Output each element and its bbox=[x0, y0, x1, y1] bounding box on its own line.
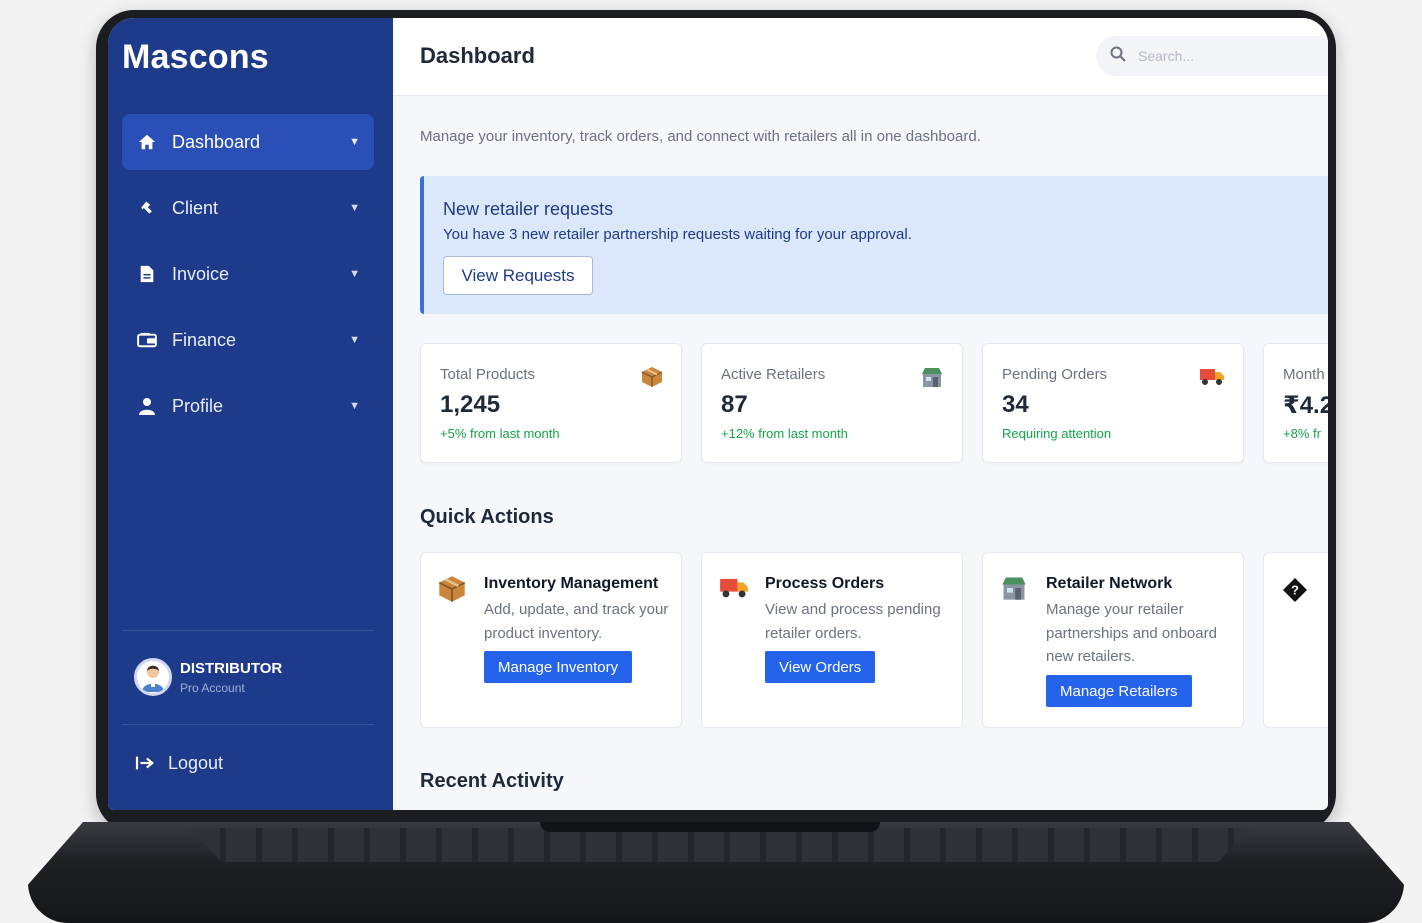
stat-label: Total Products bbox=[440, 366, 536, 383]
truck-icon bbox=[1199, 366, 1225, 390]
top-bar: Dashboard bbox=[393, 18, 1328, 96]
sidebar-item-label: Invoice bbox=[172, 263, 230, 284]
manage-retailers-button[interactable]: Manage Retailers bbox=[1046, 675, 1192, 707]
action-description: Add, update, and track your product inve… bbox=[484, 601, 669, 642]
stat-card-pending-orders: Pending Orders 34 Requiring attention bbox=[982, 343, 1244, 463]
stat-delta: +8% fr bbox=[1283, 426, 1321, 441]
action-card-inventory: Inventory Management Add, update, and tr… bbox=[420, 552, 682, 728]
alert-title: New retailer requests bbox=[443, 199, 614, 219]
user-profile[interactable]: DISTRIBUTOR Pro Account bbox=[134, 658, 282, 696]
sidebar-item-invoice[interactable]: Invoice ▼ bbox=[122, 246, 374, 302]
search-box[interactable] bbox=[1096, 36, 1328, 76]
stat-value: ₹4.2 bbox=[1283, 392, 1328, 419]
sidebar-item-label: Finance bbox=[172, 329, 237, 350]
alert-text: You have 3 new retailer partnership requ… bbox=[443, 226, 912, 243]
client-icon bbox=[136, 197, 158, 219]
stat-delta: +5% from last month bbox=[440, 426, 560, 441]
retailer-requests-alert: New retailer requests You have 3 new ret… bbox=[420, 176, 1328, 314]
help-diamond-icon: ? bbox=[1282, 577, 1308, 607]
sidebar-item-label: Client bbox=[172, 197, 219, 218]
chevron-down-icon: ▼ bbox=[349, 136, 360, 148]
page-subtitle: Manage your inventory, track orders, and… bbox=[420, 128, 981, 145]
action-description: View and process pending retailer orders… bbox=[765, 601, 941, 642]
action-title: Retailer Network bbox=[1046, 575, 1173, 592]
sidebar-item-finance[interactable]: Finance ▼ bbox=[122, 312, 374, 368]
sidebar-item-label: Profile bbox=[172, 395, 224, 416]
store-icon bbox=[1000, 575, 1028, 605]
user-account-type: Pro Account bbox=[180, 680, 245, 695]
main-content: Dashboard Manage your inventory, track o… bbox=[393, 18, 1328, 810]
logout-icon bbox=[134, 752, 156, 774]
stat-card-monthly: Month ₹4.2 +8% fr bbox=[1263, 343, 1328, 463]
stat-delta: Requiring attention bbox=[1002, 426, 1112, 441]
laptop-screen: Mascons Dashboard ▼ Client ▼ Invoice ▼ F… bbox=[108, 18, 1328, 810]
stat-label: Pending Orders bbox=[1002, 366, 1108, 383]
sidebar-item-profile[interactable]: Profile ▼ bbox=[122, 378, 374, 434]
laptop-keyboard bbox=[190, 828, 1250, 862]
manage-inventory-button[interactable]: Manage Inventory bbox=[484, 651, 633, 683]
action-title: Process Orders bbox=[765, 575, 885, 592]
stat-value: 34 bbox=[1002, 391, 1029, 418]
action-title: Inventory Management bbox=[484, 575, 659, 592]
search-input[interactable] bbox=[1138, 48, 1318, 64]
action-description: Manage your retailer partnerships and on… bbox=[1046, 601, 1217, 665]
sidebar-item-dashboard[interactable]: Dashboard ▼ bbox=[122, 114, 374, 170]
stat-value: 87 bbox=[721, 391, 748, 418]
sidebar-item-client[interactable]: Client ▼ bbox=[122, 180, 374, 236]
search-icon bbox=[1110, 46, 1126, 67]
box-icon bbox=[438, 575, 466, 607]
view-orders-button[interactable]: View Orders bbox=[765, 651, 876, 683]
stat-value: 1,245 bbox=[440, 391, 501, 418]
action-card-orders: Process Orders View and process pending … bbox=[701, 552, 963, 728]
recent-activity-title: Recent Activity bbox=[420, 770, 564, 792]
chevron-down-icon: ▼ bbox=[349, 202, 360, 214]
page-title: Dashboard bbox=[420, 43, 535, 68]
chevron-down-icon: ▼ bbox=[349, 334, 360, 346]
sidebar-divider bbox=[122, 724, 374, 725]
svg-text:?: ? bbox=[1291, 583, 1299, 598]
stat-delta: +12% from last month bbox=[721, 426, 848, 441]
view-requests-button[interactable]: View Requests bbox=[443, 256, 593, 295]
stat-label: Month bbox=[1283, 366, 1325, 383]
laptop-hinge bbox=[540, 822, 880, 832]
truck-icon bbox=[719, 575, 749, 603]
sidebar-item-label: Dashboard bbox=[172, 131, 261, 152]
home-icon bbox=[136, 131, 158, 153]
box-icon bbox=[641, 366, 663, 392]
store-icon bbox=[920, 366, 944, 392]
sidebar-nav: Dashboard ▼ Client ▼ Invoice ▼ Finance ▼… bbox=[122, 114, 374, 444]
stat-label: Active Retailers bbox=[721, 366, 826, 383]
user-icon bbox=[136, 395, 158, 417]
user-role: DISTRIBUTOR bbox=[180, 659, 283, 677]
brand-logo: Mascons bbox=[122, 38, 269, 76]
document-icon bbox=[136, 263, 158, 285]
avatar bbox=[134, 658, 172, 696]
stat-card-total-products: Total Products 1,245 +5% from last month bbox=[420, 343, 682, 463]
sidebar: Mascons Dashboard ▼ Client ▼ Invoice ▼ F… bbox=[108, 18, 393, 810]
action-card-help: ? bbox=[1263, 552, 1328, 728]
chevron-down-icon: ▼ bbox=[349, 268, 360, 280]
sidebar-divider bbox=[122, 630, 374, 631]
logout-label: Logout bbox=[168, 752, 224, 773]
wallet-icon bbox=[136, 329, 158, 351]
chevron-down-icon: ▼ bbox=[349, 400, 360, 412]
stat-card-active-retailers: Active Retailers 87 +12% from last month bbox=[701, 343, 963, 463]
action-card-retailers: Retailer Network Manage your retailer pa… bbox=[982, 552, 1244, 728]
quick-actions-title: Quick Actions bbox=[420, 506, 554, 528]
logout-button[interactable]: Logout bbox=[134, 752, 223, 774]
